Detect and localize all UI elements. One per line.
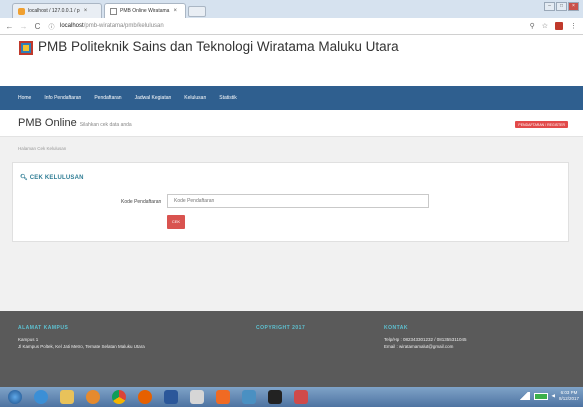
start-button-icon[interactable]	[8, 390, 22, 404]
footer-address-line: Jl Kampus Poltek, Kel Jati Metro, Ternat…	[18, 344, 145, 349]
new-tab-button[interactable]	[188, 6, 206, 17]
page-subtitle: Silahkan cek data anda	[79, 122, 132, 128]
terminal-icon[interactable]	[268, 390, 282, 404]
site-footer: ALAMAT KAMPUS Kampus 1 Jl Kampus Poltek,…	[0, 311, 583, 387]
page-title-text: PMB Online	[18, 117, 77, 129]
college-logo-icon	[19, 41, 33, 55]
nav-home[interactable]: Home	[18, 95, 31, 101]
nav-kelulusan[interactable]: Kelulusan	[184, 95, 206, 101]
footer-contact-heading: KONTAK	[384, 325, 409, 331]
page-title: PMB Online Silahkan cek data anda	[18, 117, 132, 129]
page-icon	[110, 7, 117, 15]
kode-pendaftaran-input[interactable]	[167, 194, 429, 208]
footer-address-heading: ALAMAT KAMPUS	[18, 325, 69, 331]
kode-pendaftaran-label: Kode Pendaftaran	[121, 199, 162, 205]
search-icon: 🔍︎	[20, 175, 28, 181]
nav-info-pendaftaran[interactable]: Info Pendaftaran	[44, 95, 81, 101]
url-host: localhost	[60, 23, 84, 29]
card-title-text: CEK KELULUSAN	[29, 175, 84, 181]
close-window-button[interactable]: ×	[568, 2, 579, 11]
clock[interactable]: 6:03 PM 8/12/2017	[559, 390, 579, 402]
menu-icon[interactable]: ⋮	[570, 22, 577, 30]
chrome-icon[interactable]	[112, 390, 126, 404]
footer-contact: KONTAK Telp/Hp : 082343301232 / 08135531…	[384, 325, 467, 350]
address-bar: ← → C ⓘ localhost/pmb-wiratama/pmb/kelul…	[0, 18, 583, 35]
windows-taskbar: ◀ 6:03 PM 8/12/2017	[0, 387, 583, 407]
internet-explorer-icon[interactable]	[34, 390, 48, 404]
word-icon[interactable]	[164, 390, 178, 404]
paint-icon[interactable]	[190, 390, 204, 404]
tab-close-icon[interactable]: ×	[84, 8, 88, 14]
back-icon[interactable]: ←	[5, 22, 14, 31]
reload-icon[interactable]: C	[33, 22, 42, 31]
footer-address-text: Kampus 1 Jl Kampus Poltek, Kel Jati Metr…	[18, 336, 145, 350]
tab-close-icon[interactable]: ×	[173, 8, 177, 14]
footer-contact-text: Telp/Hp : 082343301232 / 081355311045 Em…	[384, 336, 467, 350]
signal-icon[interactable]	[517, 392, 530, 400]
firefox-icon[interactable]	[138, 390, 152, 404]
battery-icon[interactable]	[533, 392, 548, 400]
phpmyadmin-icon	[18, 7, 25, 15]
search-icon[interactable]: ⚲	[530, 22, 535, 30]
star-icon[interactable]: ☆	[542, 22, 548, 30]
window-controls: – □ ×	[544, 2, 579, 11]
site-title: PMB Politeknik Sains dan Teknologi Wirat…	[38, 39, 399, 54]
minimize-button[interactable]: –	[544, 2, 555, 11]
forward-icon[interactable]: →	[19, 22, 28, 31]
browser-tab-phpmyadmin[interactable]: localhost / 127.0.0.1 / p ×	[12, 3, 102, 18]
cek-button[interactable]: CEK	[167, 215, 185, 229]
footer-address: ALAMAT KAMPUS Kampus 1 Jl Kampus Poltek,…	[18, 325, 145, 350]
xampp-icon[interactable]	[216, 390, 230, 404]
browser-tab-pmb[interactable]: PMB Online Wiratama ×	[104, 3, 186, 18]
clock-date: 8/12/2017	[558, 396, 579, 401]
footer-phone: Telp/Hp : 082343301232 / 081355311045	[384, 337, 467, 342]
sublime-icon[interactable]	[294, 390, 308, 404]
site-header: PMB Politeknik Sains dan Teknologi Wirat…	[0, 36, 583, 86]
info-icon[interactable]: ⓘ	[47, 22, 56, 31]
nav-statistik[interactable]: Statistik	[219, 95, 237, 101]
nav-jadwal-kegiatan[interactable]: Jadwal Kegiatan	[135, 95, 172, 101]
network-app-icon[interactable]	[242, 390, 256, 404]
register-button[interactable]: PENDAFTARAN / REGISTER	[515, 121, 568, 128]
maximize-button[interactable]: □	[556, 2, 567, 11]
file-explorer-icon[interactable]	[60, 390, 74, 404]
breadcrumb: Halaman Cek Kelulusan	[18, 146, 67, 151]
volume-icon[interactable]: ◀	[552, 393, 555, 399]
address-actions: ⚲ ☆ ⋮	[530, 22, 577, 30]
footer-address-line: Kampus 1	[18, 337, 39, 342]
main-navbar: Home Info Pendaftaran Pendaftaran Jadwal…	[0, 86, 583, 110]
cek-kelulusan-card: 🔍︎ CEK KELULUSAN Kode Pendaftaran CEK	[12, 162, 569, 242]
card-title: 🔍︎ CEK KELULUSAN	[20, 174, 84, 181]
url-path: /pmb-wiratama/pmb/kelulusan	[83, 23, 164, 29]
tab-label: PMB Online Wiratama	[120, 8, 170, 14]
page-heading: PMB Online Silahkan cek data anda PENDAFT…	[0, 110, 583, 137]
media-player-icon[interactable]	[86, 390, 100, 404]
extension-icon[interactable]	[555, 22, 563, 30]
footer-email: Email : wiratamamalut@gmail.com	[384, 344, 454, 349]
tab-label: localhost / 127.0.0.1 / p	[28, 8, 80, 14]
footer-copyright: COPYRIGHT 2017	[256, 325, 305, 331]
nav-pendaftaran[interactable]: Pendaftaran	[94, 95, 121, 101]
system-tray: ◀ 6:03 PM 8/12/2017	[517, 390, 579, 402]
browser-tab-bar: localhost / 127.0.0.1 / p × PMB Online W…	[0, 0, 583, 18]
url-field[interactable]: localhost/pmb-wiratama/pmb/kelulusan	[60, 23, 164, 29]
footer-copyright-heading: COPYRIGHT 2017	[256, 325, 306, 331]
